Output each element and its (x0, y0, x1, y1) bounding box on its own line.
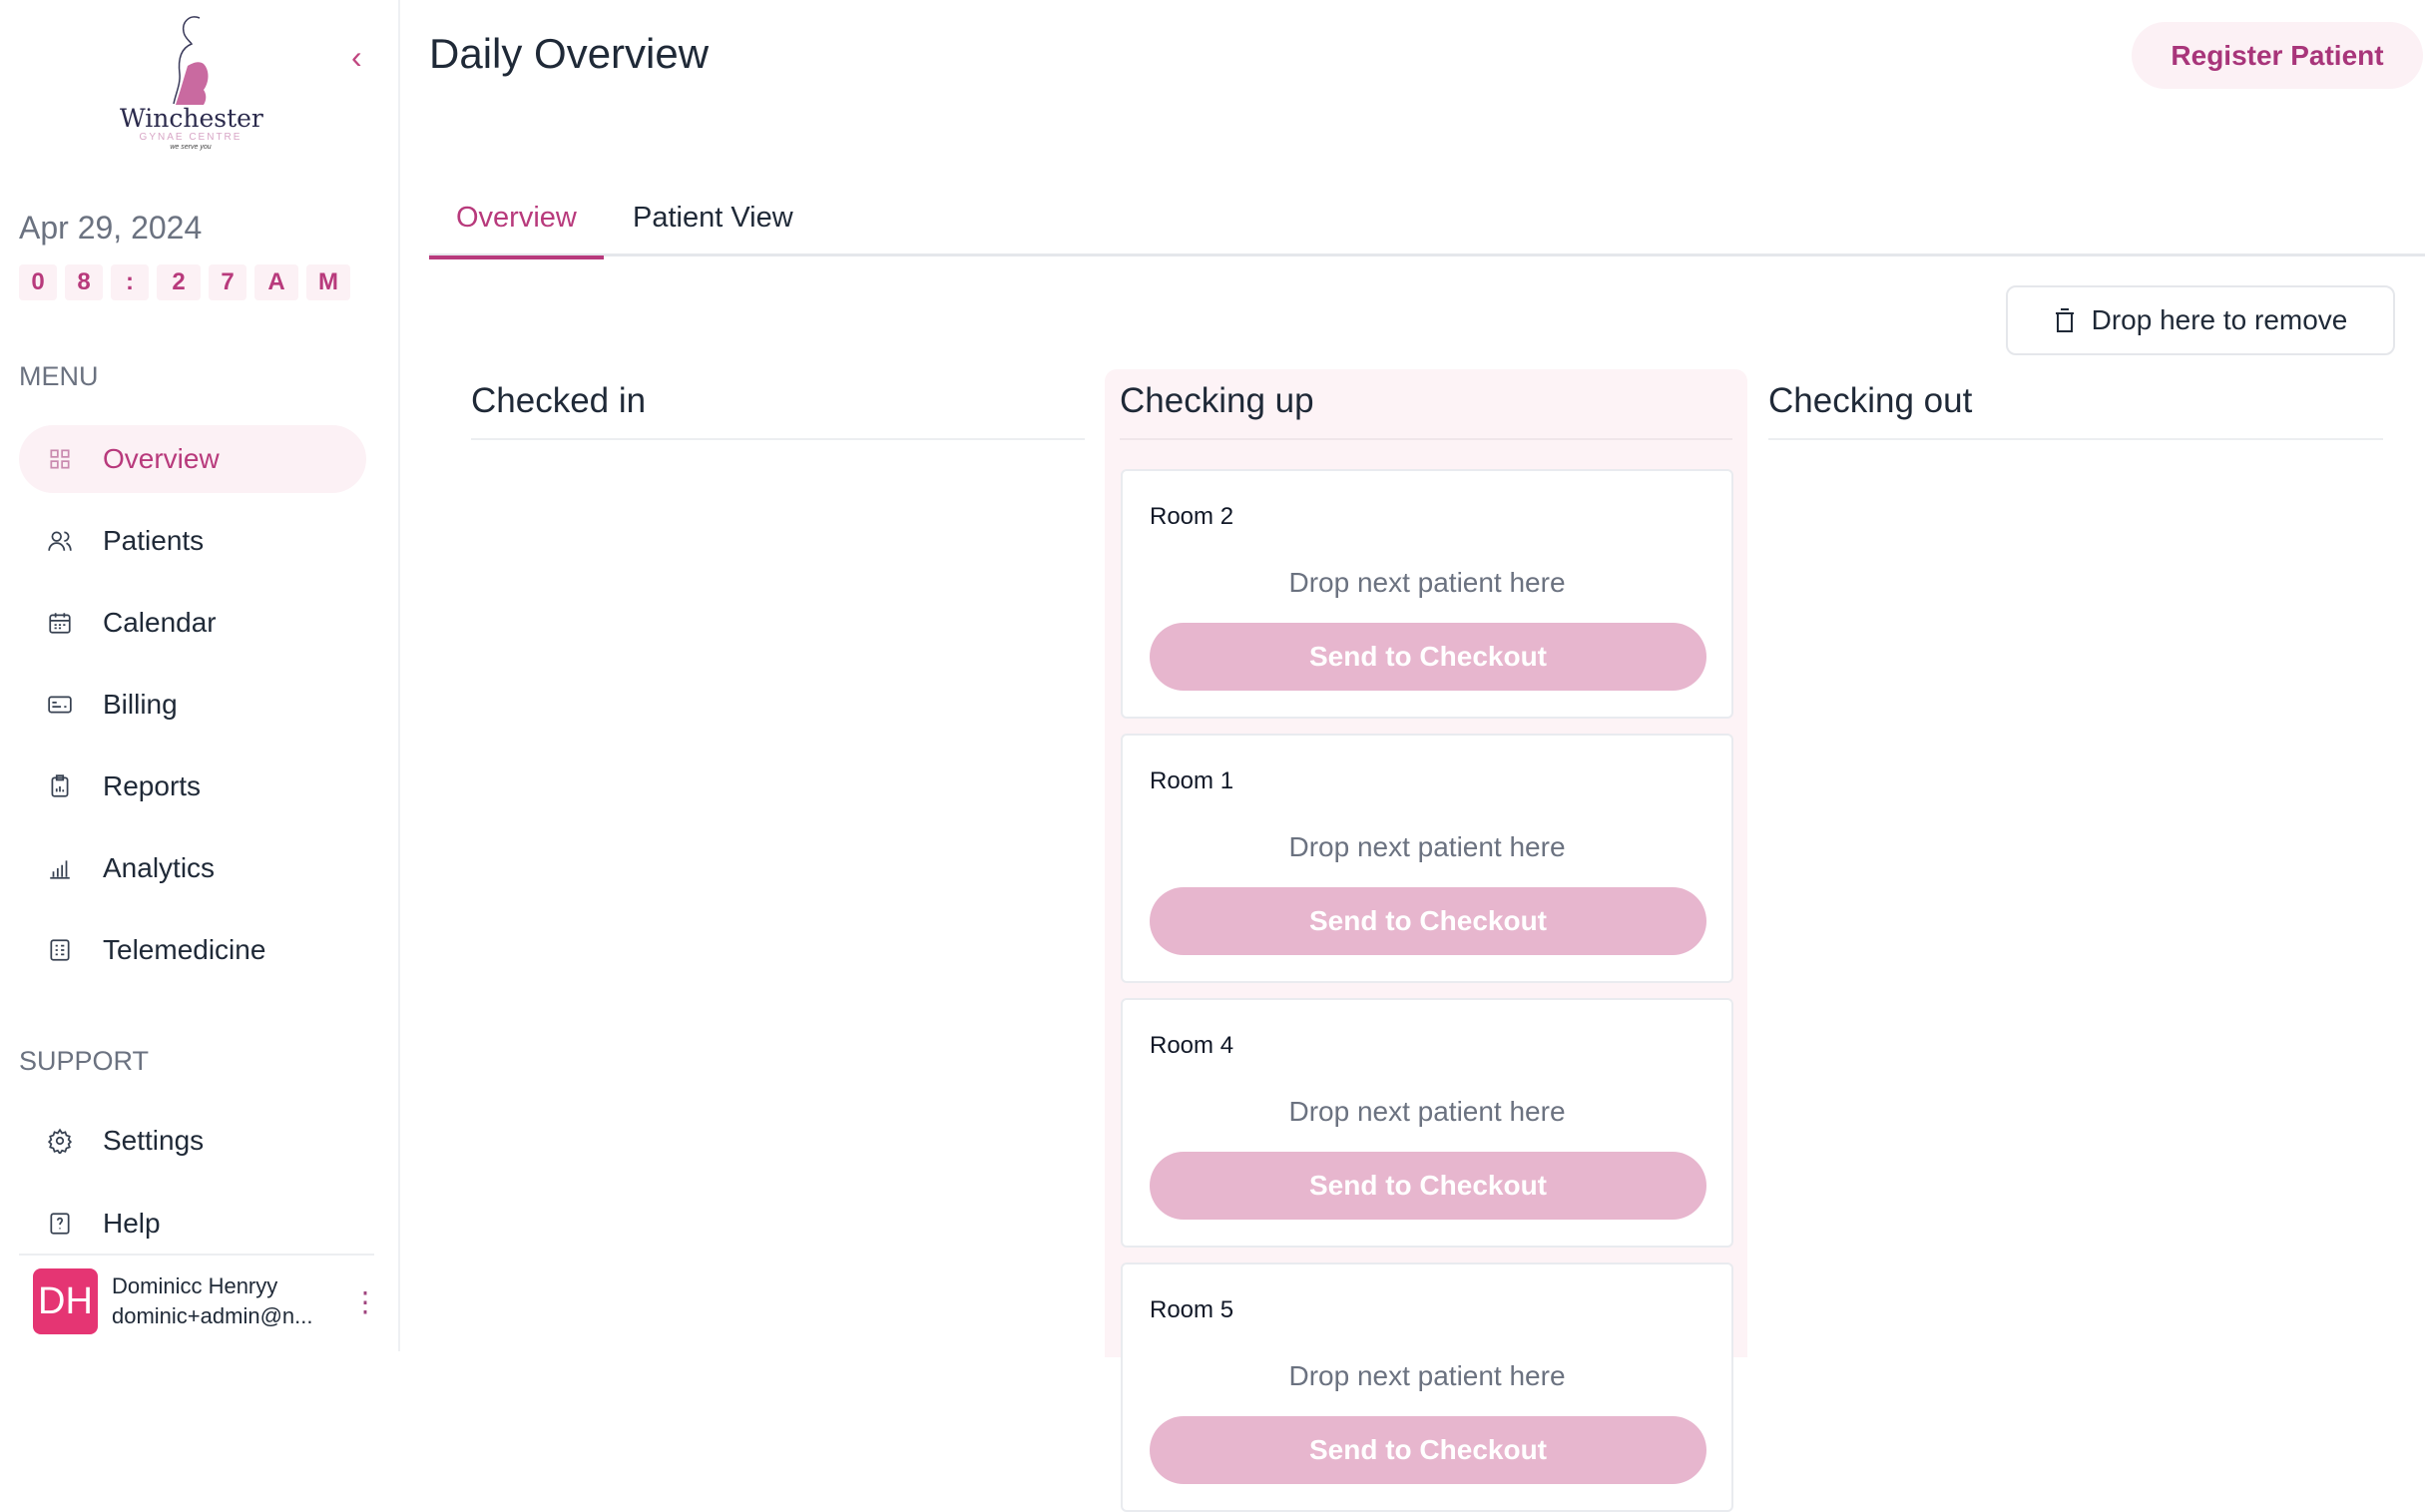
logo: Winchester GYNAE CENTRE we serve you (120, 14, 263, 154)
room-name: Room 1 (1150, 767, 1234, 794)
user-email: dominic+admin@n... (112, 1303, 313, 1328)
room-card[interactable]: Room 1 Drop next patient here Send to Ch… (1121, 734, 1733, 983)
bar-chart-icon (50, 860, 70, 879)
send-to-checkout-button[interactable]: Send to Checkout (1150, 1416, 1706, 1484)
billing-icon (48, 696, 72, 714)
column-divider (1768, 438, 2383, 440)
collapse-sidebar-chevron-icon[interactable]: ‹ (351, 40, 381, 74)
trash-icon (2055, 308, 2074, 332)
sidebar-item-reports[interactable]: Reports (19, 753, 366, 820)
current-time: 0 8 : 2 7 A M (19, 264, 350, 300)
drop-to-remove-zone[interactable]: Drop here to remove (2006, 285, 2395, 355)
tab-bar: Overview Patient View (429, 190, 2425, 259)
time-char: A (254, 264, 298, 300)
sidebar: Winchester GYNAE CENTRE we serve you ‹ A… (0, 0, 400, 1351)
room-name: Room 2 (1150, 503, 1234, 530)
sidebar-item-analytics[interactable]: Analytics (19, 834, 366, 902)
room-card[interactable]: Room 5 Drop next patient here Send to Ch… (1121, 1262, 1733, 1512)
users-icon (48, 531, 72, 551)
calendar-icon (49, 613, 71, 634)
sidebar-item-billing[interactable]: Billing (19, 671, 366, 739)
send-to-checkout-button[interactable]: Send to Checkout (1150, 623, 1706, 691)
help-icon (50, 1213, 70, 1235)
time-char: 2 (157, 264, 201, 300)
sidebar-item-patients[interactable]: Patients (19, 507, 366, 575)
column-checking-up-heading: Checking up (1120, 381, 1314, 420)
drop-zone-placeholder[interactable]: Drop next patient here (1123, 567, 1731, 599)
column-checking-out-heading: Checking out (1768, 381, 1973, 420)
send-to-checkout-button[interactable]: Send to Checkout (1150, 887, 1706, 955)
grid-icon (50, 449, 70, 469)
room-card[interactable]: Room 4 Drop next patient here Send to Ch… (1121, 998, 1733, 1248)
time-char: 0 (19, 264, 57, 300)
register-patient-button[interactable]: Register Patient (2132, 22, 2423, 89)
menu-section-label: MENU (19, 361, 99, 391)
time-char: : (111, 264, 149, 300)
time-char: M (306, 264, 350, 300)
logo-figure-icon (173, 16, 209, 105)
room-card[interactable]: Room 2 Drop next patient here Send to Ch… (1121, 469, 1733, 719)
column-divider (471, 438, 1085, 440)
send-to-checkout-button[interactable]: Send to Checkout (1150, 1152, 1706, 1220)
tab-patient-view[interactable]: Patient View (606, 202, 820, 256)
column-divider (1120, 438, 1732, 440)
tab-overview[interactable]: Overview (429, 202, 604, 259)
time-char: 8 (65, 264, 103, 300)
clipboard-icon (51, 774, 69, 797)
drop-zone-placeholder[interactable]: Drop next patient here (1123, 1360, 1731, 1392)
current-date: Apr 29, 2024 (19, 210, 203, 246)
drop-zone-placeholder[interactable]: Drop next patient here (1123, 831, 1731, 863)
sidebar-item-help[interactable]: Help (19, 1190, 366, 1258)
room-name: Room 4 (1150, 1032, 1234, 1059)
avatar[interactable]: DH (33, 1268, 98, 1334)
more-options-icon[interactable]: ⋮ (351, 1287, 379, 1317)
sidebar-item-overview[interactable]: Overview (19, 425, 366, 493)
sidebar-item-telemedicine[interactable]: Telemedicine (19, 916, 366, 984)
sidebar-divider (19, 1254, 374, 1256)
gear-icon (47, 1128, 73, 1154)
room-name: Room 5 (1150, 1296, 1234, 1323)
sidebar-item-calendar[interactable]: Calendar (19, 589, 366, 657)
support-section-label: SUPPORT (19, 1046, 150, 1076)
drop-zone-placeholder[interactable]: Drop next patient here (1123, 1096, 1731, 1128)
column-checked-in-heading: Checked in (471, 381, 647, 420)
sidebar-item-settings[interactable]: Settings (19, 1107, 366, 1175)
page-title: Daily Overview (429, 30, 710, 77)
contact-book-icon (50, 939, 70, 961)
user-name: Dominicc Henryy (112, 1273, 278, 1298)
time-char: 7 (209, 264, 246, 300)
